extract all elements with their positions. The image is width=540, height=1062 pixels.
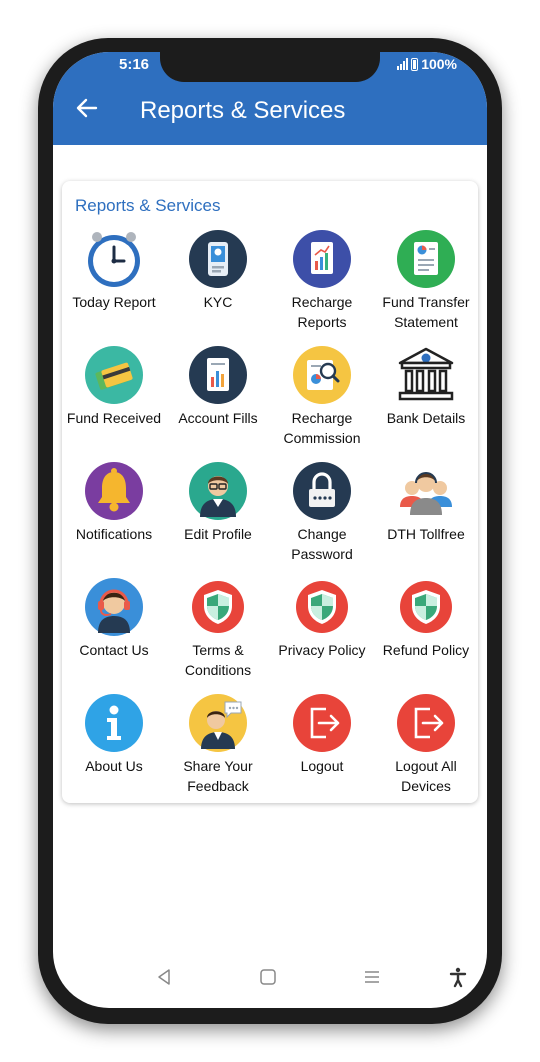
- card-title: Reports & Services: [75, 196, 221, 215]
- camera-notch: [160, 52, 380, 82]
- nav-back-icon[interactable]: [153, 966, 175, 988]
- service-label: Notifications: [75, 526, 153, 542]
- service-item-change-password[interactable]: Change Password: [270, 461, 374, 571]
- service-label: Today Report: [72, 294, 156, 310]
- accessibility-icon[interactable]: [447, 966, 469, 988]
- service-item-bank-details[interactable]: Bank Details: [374, 345, 478, 455]
- services-card: Reports & Services Today Report KYC Rechar…: [62, 181, 478, 803]
- nav-home-icon[interactable]: [257, 966, 279, 988]
- clock-icon: [88, 232, 140, 287]
- service-label: Change Password: [291, 526, 353, 562]
- service-item-fund-received[interactable]: Fund Received: [62, 345, 166, 455]
- service-item-account-fills[interactable]: Account Fills: [166, 345, 270, 455]
- service-item-notifications[interactable]: Notifications: [62, 461, 166, 571]
- service-item-refund-policy[interactable]: Refund Policy: [374, 577, 478, 687]
- service-item-kyc[interactable]: KYC: [166, 229, 270, 339]
- feedback-icon: [189, 694, 247, 752]
- support-team-icon: [400, 472, 452, 515]
- service-item-contact-us[interactable]: Contact Us: [62, 577, 166, 687]
- service-item-edit-profile[interactable]: Edit Profile: [166, 461, 270, 571]
- bank-icon: [398, 347, 454, 401]
- battery-icon: [411, 57, 419, 71]
- logout-icon: [293, 694, 351, 752]
- system-nav-bar: [53, 958, 487, 998]
- analytics-icon: [293, 346, 351, 404]
- service-item-terms-conditions[interactable]: Terms & Conditions: [166, 577, 270, 687]
- service-item-logout-all-devices[interactable]: Logout All Devices: [374, 693, 478, 803]
- service-label: KYC: [203, 294, 233, 310]
- service-label: Share Your Feedback: [183, 758, 253, 794]
- info-icon: [85, 694, 143, 752]
- headset-icon: [85, 578, 143, 636]
- service-item-recharge-commission[interactable]: Recharge Commission: [270, 345, 374, 455]
- signal-icon: [397, 58, 409, 70]
- shield-icon: [296, 581, 348, 633]
- page-title: Reports & Services: [140, 97, 346, 124]
- phone-frame: 5:16 100% Reports & Services Reports & S…: [38, 38, 502, 1024]
- bar-chart-icon: [189, 346, 247, 404]
- service-label: Fund Transfer Statement: [382, 294, 470, 330]
- service-item-share-your-feedback[interactable]: Share Your Feedback: [166, 693, 270, 803]
- service-label: About Us: [85, 758, 143, 774]
- user-profile-icon: [189, 462, 247, 520]
- service-label: Recharge Reports: [291, 294, 353, 330]
- id-badge-icon: [189, 230, 247, 288]
- service-label: Fund Received: [66, 410, 162, 426]
- service-label: Refund Policy: [382, 642, 470, 658]
- service-item-logout[interactable]: Logout: [270, 693, 374, 803]
- service-item-dth-tollfree[interactable]: DTH Tollfree: [374, 461, 478, 571]
- lock-icon: [293, 462, 351, 520]
- service-label: Logout: [300, 758, 344, 774]
- service-item-recharge-reports[interactable]: Recharge Reports: [270, 229, 374, 339]
- service-label: Account Fills: [178, 410, 258, 426]
- service-item-fund-transfer-statement[interactable]: Fund Transfer Statement: [374, 229, 478, 339]
- service-label: Bank Details: [386, 410, 466, 426]
- service-item-privacy-policy[interactable]: Privacy Policy: [270, 577, 374, 687]
- service-label: Recharge Commission: [283, 410, 361, 446]
- service-label: Contact Us: [79, 642, 149, 658]
- bell-icon: [85, 462, 143, 520]
- service-label: Terms & Conditions: [184, 642, 252, 678]
- report-chart-icon: [293, 230, 351, 288]
- service-item-about-us[interactable]: About Us: [62, 693, 166, 803]
- screen: 5:16 100% Reports & Services Reports & S…: [53, 52, 487, 1008]
- cash-card-icon: [85, 346, 143, 404]
- service-label: Edit Profile: [184, 526, 252, 542]
- battery-level: 100%: [421, 56, 457, 72]
- status-time: 5:16: [119, 56, 150, 73]
- shield-icon: [192, 581, 244, 633]
- service-item-today-report[interactable]: Today Report: [62, 229, 166, 339]
- back-arrow-icon[interactable]: [75, 96, 99, 120]
- service-label: Logout All Devices: [395, 758, 457, 794]
- status-indicators: 100%: [397, 56, 457, 72]
- nav-recents-icon[interactable]: [361, 966, 383, 988]
- service-label: Privacy Policy: [278, 642, 366, 658]
- logout-icon: [397, 694, 455, 752]
- shield-icon: [400, 581, 452, 633]
- service-label: DTH Tollfree: [387, 526, 465, 542]
- statement-icon: [397, 230, 455, 288]
